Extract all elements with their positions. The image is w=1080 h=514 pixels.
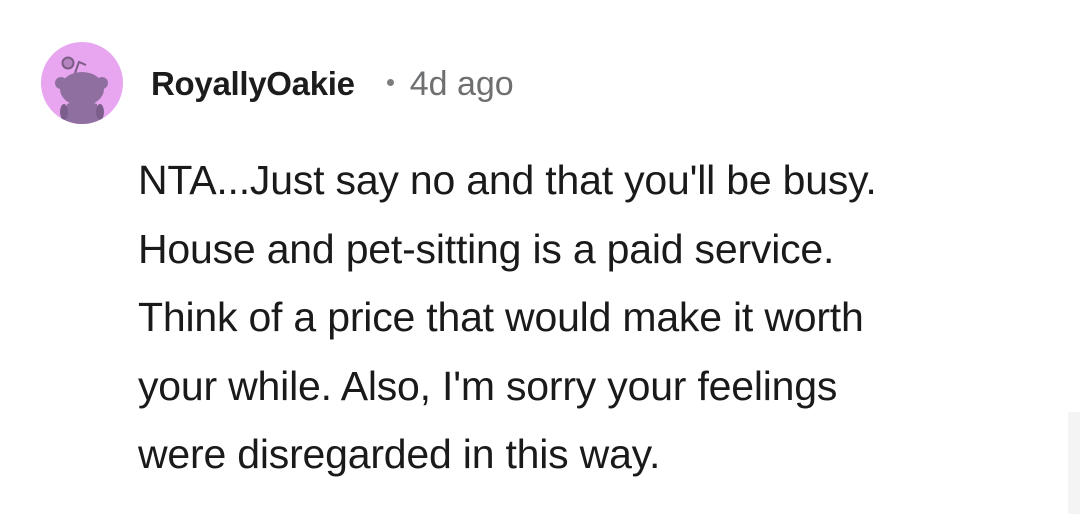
- separator-dot: [386, 78, 394, 86]
- username-link[interactable]: RoyallyOakie: [151, 65, 355, 103]
- user-avatar-icon[interactable]: [41, 42, 123, 124]
- comment-body: NTA...Just say no and that you'll be bus…: [138, 146, 1038, 489]
- comment-body-line: your while. Also, I'm sorry your feeling…: [138, 362, 838, 409]
- comment-body-line: NTA...Just say no and that you'll be bus…: [138, 157, 877, 203]
- comment-card: RoyallyOakie 4d ago NTA...Just say no an…: [0, 0, 1080, 514]
- timestamp[interactable]: 4d ago: [410, 65, 514, 104]
- comment-body-line: were disregarded in this way.: [138, 431, 661, 477]
- snoo-icon: [55, 56, 108, 124]
- comment-body-line: Think of a price that would make it wort…: [138, 294, 864, 340]
- comment-body-line: House and pet-sitting is a paid service.: [138, 225, 835, 272]
- comment-meta: RoyallyOakie 4d ago: [151, 64, 514, 104]
- scroll-edge: [1068, 412, 1080, 514]
